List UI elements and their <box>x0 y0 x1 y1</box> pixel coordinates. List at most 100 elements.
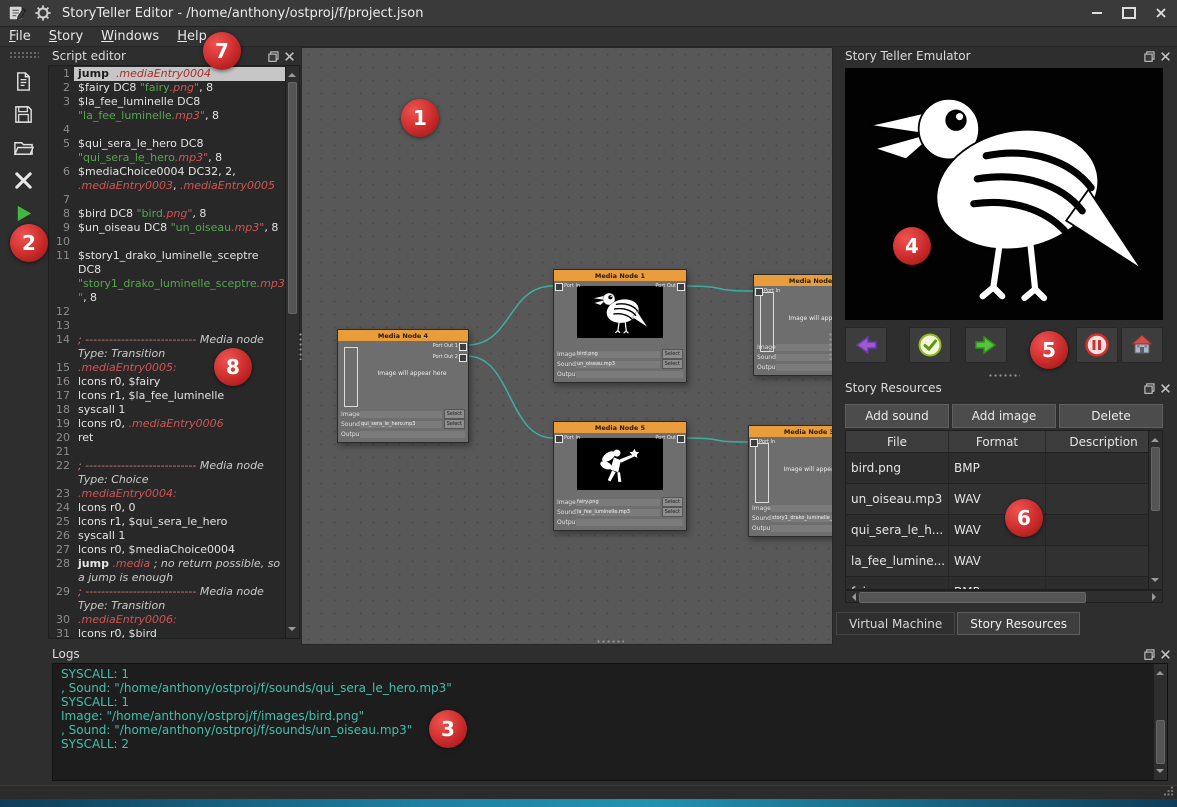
scroll-down-arrow[interactable] <box>1156 769 1164 777</box>
close-panel-icon[interactable] <box>1160 383 1171 394</box>
toolbar-drag-handle[interactable] <box>9 51 39 59</box>
script-line[interactable]: 1jump .mediaEntry0004 <box>49 67 285 81</box>
script-line[interactable]: 12 <box>49 305 285 319</box>
media-node[interactable]: Media Node 3Image will appear hereImageS… <box>748 425 833 537</box>
home-button[interactable] <box>1121 327 1163 363</box>
select-button[interactable]: Select <box>662 507 683 517</box>
output-port[interactable] <box>677 435 685 443</box>
script-line[interactable]: 5$qui_sera_le_hero DC8 "qui_sera_le_hero… <box>49 137 285 165</box>
script-line[interactable]: 7 <box>49 193 285 207</box>
input-port[interactable] <box>555 435 563 443</box>
scroll-up-arrow[interactable] <box>288 69 296 77</box>
back-button[interactable] <box>845 327 887 363</box>
script-line[interactable]: 22; ---------------------------- Media n… <box>49 459 285 487</box>
script-line[interactable]: 18syscall 1 <box>49 403 285 417</box>
add-sound-button[interactable]: Add sound <box>845 404 949 428</box>
save-button[interactable] <box>0 98 47 131</box>
table-row[interactable]: bird.pngBMP <box>846 453 1162 484</box>
media-node[interactable]: Media Node 1Imagebird.pngSelectSoundun_o… <box>553 269 687 383</box>
script-line[interactable]: 16lcons r0, $fairy <box>49 375 285 389</box>
column-header-description[interactable]: Description <box>1046 431 1162 452</box>
column-header-format[interactable]: Format <box>949 431 1046 452</box>
script-line[interactable]: 30.mediaEntry0006: <box>49 613 285 627</box>
ok-button[interactable] <box>909 327 951 363</box>
script-line[interactable]: 8$bird DC8 "bird.png", 8 <box>49 207 285 221</box>
menu-file[interactable]: File <box>0 29 40 44</box>
scroll-left-arrow[interactable] <box>848 593 856 601</box>
script-line[interactable]: 28jump .media ; no return possible, so a… <box>49 557 285 585</box>
close-panel-icon[interactable] <box>1160 51 1171 62</box>
script-line[interactable]: 2$fairy DC8 "fairy.png", 8 <box>49 81 285 95</box>
table-row[interactable]: fairy.pngBMP <box>846 577 1162 590</box>
close-button[interactable] <box>1145 0 1177 26</box>
close-panel-icon[interactable] <box>284 51 295 62</box>
splitter-handle[interactable] <box>298 332 303 360</box>
script-line[interactable]: 26syscall 1 <box>49 529 285 543</box>
splitter-handle[interactable] <box>988 373 1020 378</box>
float-panel-icon[interactable] <box>268 51 279 62</box>
script-scrollbar[interactable] <box>285 66 299 638</box>
script-line[interactable]: 24lcons r0, 0 <box>49 501 285 515</box>
script-line[interactable]: 17lcons r1, $la_fee_luminelle <box>49 389 285 403</box>
script-line[interactable]: 9$un_oiseau DC8 "un_oiseau.mp3", 8 <box>49 221 285 235</box>
pause-button[interactable] <box>1076 327 1118 363</box>
script-line[interactable]: 31lcons r0, $bird <box>49 627 285 638</box>
scroll-thumb[interactable] <box>288 82 297 314</box>
splitter-handle[interactable] <box>828 332 833 360</box>
script-line[interactable]: 10 <box>49 235 285 249</box>
output-port[interactable] <box>459 354 467 362</box>
script-line[interactable]: 13 <box>49 319 285 333</box>
output-port[interactable] <box>459 343 467 351</box>
table-hscrollbar[interactable] <box>845 590 1163 603</box>
scroll-thumb[interactable] <box>1151 447 1160 511</box>
splitter-handle[interactable] <box>596 639 624 644</box>
table-scrollbar[interactable] <box>1148 431 1162 589</box>
scroll-right-arrow[interactable] <box>1152 593 1160 601</box>
minimize-button[interactable] <box>1081 0 1113 26</box>
script-line[interactable]: 6$mediaChoice0004 DC32, 2, .mediaEntry00… <box>49 165 285 193</box>
script-line[interactable]: 21 <box>49 445 285 459</box>
select-button[interactable]: Select <box>444 419 465 429</box>
new-script-button[interactable] <box>0 65 47 98</box>
column-header-file[interactable]: File <box>846 431 949 452</box>
float-panel-icon[interactable] <box>1144 51 1155 62</box>
script-line[interactable]: 29; ---------------------------- Media n… <box>49 585 285 613</box>
menu-windows[interactable]: Windows <box>92 29 168 44</box>
logs-scrollbar[interactable] <box>1153 664 1167 780</box>
resize-grip[interactable] <box>1162 785 1174 797</box>
scroll-down-arrow[interactable] <box>288 627 296 635</box>
output-port[interactable] <box>677 283 685 291</box>
close-project-button[interactable] <box>0 164 47 197</box>
scroll-up-arrow[interactable] <box>1156 667 1164 675</box>
script-line[interactable]: 20ret <box>49 431 285 445</box>
table-row[interactable]: la_fee_lumine...WAV <box>846 546 1162 577</box>
input-port[interactable] <box>750 439 758 447</box>
tab-story-resources[interactable]: Story Resources <box>957 612 1080 635</box>
select-button[interactable]: Select <box>662 349 683 359</box>
select-button[interactable]: Select <box>444 409 465 419</box>
script-line[interactable]: 25lcons r1, $qui_sera_le_hero <box>49 515 285 529</box>
script-line[interactable]: 19lcons r0, .mediaEntry0006 <box>49 417 285 431</box>
table-row[interactable]: un_oiseau.mp3WAV <box>846 484 1162 515</box>
scroll-thumb[interactable] <box>859 592 1086 603</box>
menu-story[interactable]: Story <box>40 29 92 44</box>
media-node[interactable]: Media Node 2Image will appear hereImageS… <box>753 274 833 376</box>
logs-output[interactable]: SYSCALL: 1, Sound: "/home/anthony/ostpro… <box>52 663 1168 781</box>
select-button[interactable]: Select <box>662 497 683 507</box>
script-line[interactable]: 3$la_fee_luminelle DC8 "la_fee_luminelle… <box>49 95 285 123</box>
input-port[interactable] <box>555 283 563 291</box>
script-line[interactable]: 11$story1_drako_luminelle_sceptre DC8 "s… <box>49 249 285 305</box>
float-panel-icon[interactable] <box>1144 649 1155 660</box>
maximize-button[interactable] <box>1113 0 1145 26</box>
input-port[interactable] <box>755 288 763 296</box>
script-line[interactable]: 27lcons r0, $mediaChoice0004 <box>49 543 285 557</box>
scroll-thumb[interactable] <box>1156 720 1165 764</box>
node-graph-canvas[interactable]: Media Node 4Image will appear hereImageS… <box>301 47 833 645</box>
close-panel-icon[interactable] <box>1160 649 1171 660</box>
forward-button[interactable] <box>965 327 1007 363</box>
resources-table[interactable]: FileFormatDescription bird.pngBMPun_oise… <box>845 430 1163 590</box>
add-image-button[interactable]: Add image <box>952 404 1056 428</box>
media-node[interactable]: Media Node 4Image will appear hereImageS… <box>337 329 469 443</box>
script-line[interactable]: 23.mediaEntry0004: <box>49 487 285 501</box>
scroll-down-arrow[interactable] <box>1151 578 1159 586</box>
